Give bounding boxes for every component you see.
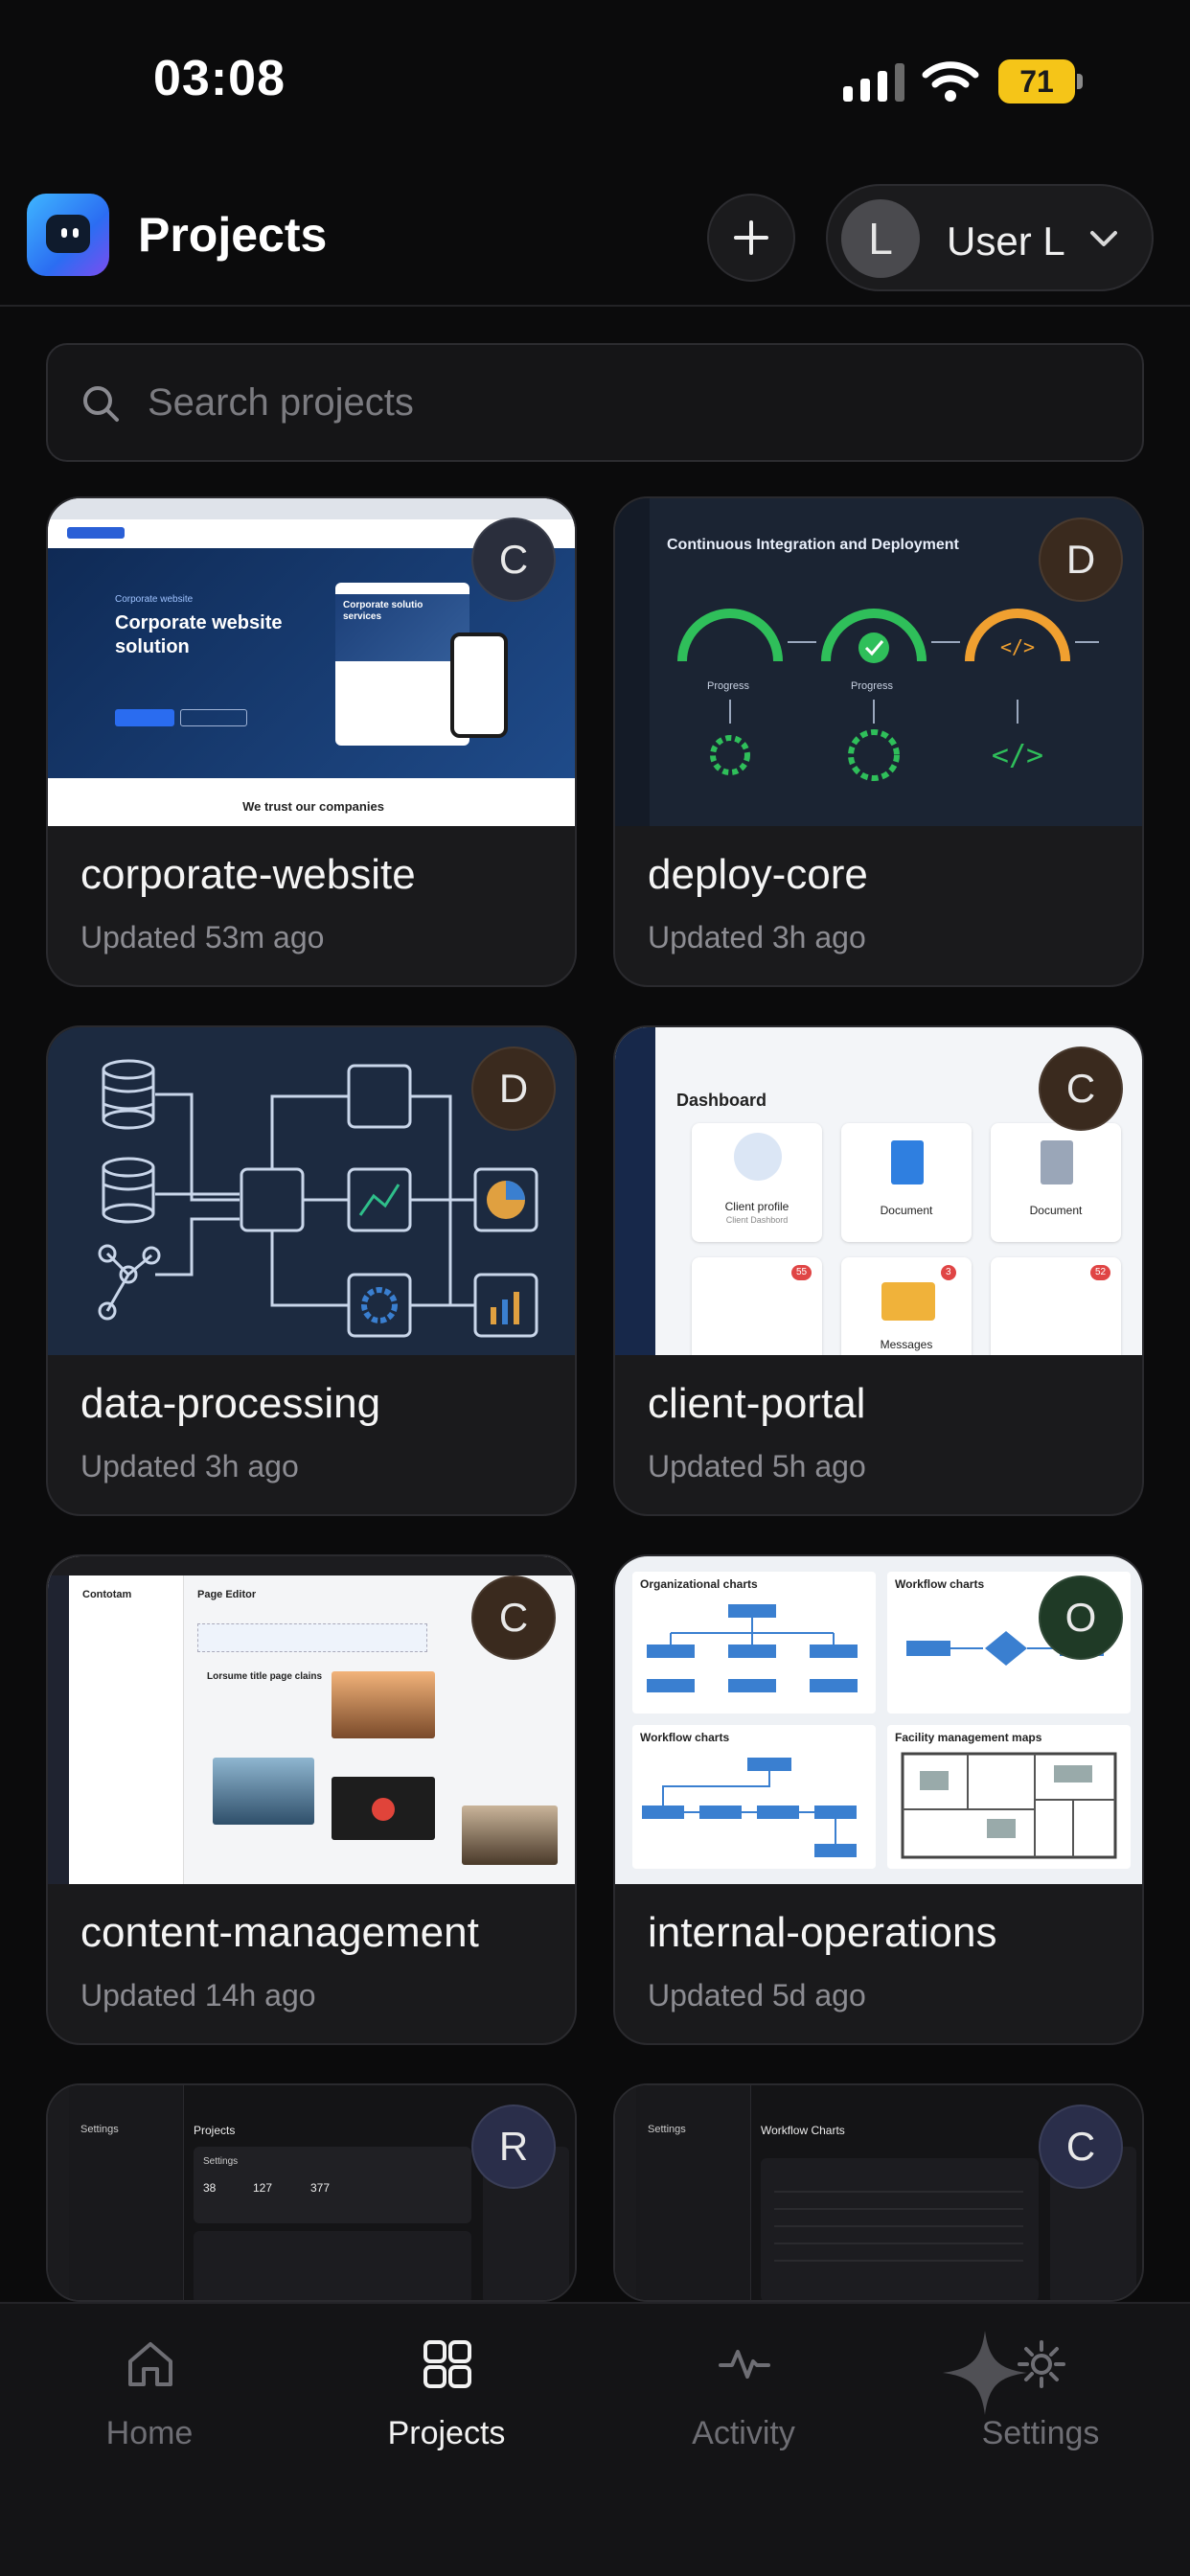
svg-text:</>: </> <box>1000 635 1035 658</box>
tile-subtitle: Client Dashbord <box>725 1215 789 1225</box>
home-icon <box>128 2342 172 2386</box>
project-owner-badge: D <box>471 1046 556 1131</box>
project-name: data-processing <box>80 1380 381 1427</box>
project-updated: Updated 53m ago <box>80 920 325 954</box>
search-bar <box>46 343 1144 462</box>
notification-count: 52 <box>1090 1265 1111 1280</box>
tab-label: Settings <box>981 2415 1100 2451</box>
tile-title: Document <box>1029 1204 1083 1217</box>
sparkle-icon <box>943 2331 1027 2415</box>
project-owner-badge: C <box>1039 1046 1123 1131</box>
gauge-label: Progress <box>707 680 750 692</box>
project-name: client-portal <box>648 1380 866 1427</box>
tab-activity[interactable]: Activity <box>629 2338 858 2472</box>
project-updated: Updated 3h ago <box>80 1449 299 1484</box>
pipeline-diagram: </> </> <box>677 609 1099 781</box>
notification-count: 55 <box>791 1265 812 1280</box>
gauge-label: Progress <box>851 680 894 692</box>
chart-title: Organizational charts <box>640 1577 758 1591</box>
thumb-title: Dashboard <box>676 1091 767 1110</box>
tab-home[interactable]: Home <box>34 2338 264 2472</box>
signal-icon <box>843 63 904 102</box>
tab-label: Activity <box>692 2415 795 2451</box>
thumb-headline: Lorsume title page clains <box>207 1671 323 1682</box>
tile-title: Messages <box>880 1338 933 1351</box>
tab-projects[interactable]: Projects <box>332 2338 561 2472</box>
wifi-icon <box>922 61 979 102</box>
panel-title: Settings <box>203 2156 239 2167</box>
project-name: content-management <box>80 1909 479 1956</box>
project-owner-badge: D <box>1039 518 1123 602</box>
thumb-headline: Corporate website solution <box>115 612 283 657</box>
project-card-deploy-core[interactable]: Continuous Integration and Deployment </… <box>613 496 1144 987</box>
thumb-title: Continuous Integration and Deployment <box>667 537 959 553</box>
search-input[interactable] <box>148 345 1106 460</box>
grid-icon <box>423 2340 471 2388</box>
project-owner-badge: R <box>471 2104 556 2189</box>
project-updated: Updated 5d ago <box>648 1978 866 2012</box>
user-name: User L <box>947 218 1065 264</box>
search-icon <box>83 386 119 422</box>
project-card-content-management[interactable]: Contotam Page Editor Lorsume title page … <box>46 1554 577 2045</box>
tab-label: Home <box>105 2415 194 2451</box>
project-card-client-portal[interactable]: Dashboard Client profile Client Dashbord… <box>613 1025 1144 1516</box>
thumb-title: Page Editor <box>197 1589 257 1600</box>
thumb-mini-headline: Corporate solutio services <box>343 600 423 622</box>
project-card-corporate-website[interactable]: Corporate website Corporate website solu… <box>46 496 577 987</box>
chevron-down-icon <box>1090 231 1117 246</box>
thumb-side-title: Settings <box>80 2124 119 2135</box>
svg-text:</>: </> <box>992 739 1043 772</box>
notification-count: 3 <box>941 1265 956 1280</box>
plus-icon <box>734 220 768 255</box>
battery-level: 71 <box>1019 63 1054 99</box>
chart-title: Workflow charts <box>895 1577 985 1591</box>
project-name: deploy-core <box>648 851 868 898</box>
chart-title: Facility management maps <box>895 1731 1042 1744</box>
project-card[interactable]: Settings Projects Settings 38 127 377 R <box>46 2083 577 2302</box>
thumb-title: Projects <box>194 2124 236 2137</box>
activity-icon <box>719 2350 770 2379</box>
status-bar: 03:08 71 <box>0 0 1190 163</box>
app-logo <box>27 194 109 276</box>
tab-bar: Home Projects Activity Settings <box>0 2302 1190 2576</box>
project-owner-badge: C <box>471 518 556 602</box>
project-updated: Updated 3h ago <box>648 920 866 954</box>
project-owner-badge: O <box>1039 1576 1123 1660</box>
thumb-footer: We trust our companies <box>242 799 384 814</box>
thumb-brand: Contotam <box>82 1589 132 1600</box>
tile-title: Client profile <box>724 1200 790 1213</box>
thumb-side-title: Settings <box>648 2124 686 2135</box>
project-updated: Updated 5h ago <box>648 1449 866 1484</box>
tab-label: Projects <box>387 2415 506 2451</box>
add-project-button[interactable] <box>707 194 795 282</box>
battery-indicator: 71 <box>998 59 1083 104</box>
project-card-internal-operations[interactable]: Organizational charts Workflow charts Wo… <box>613 1554 1144 2045</box>
project-owner-badge: C <box>471 1576 556 1660</box>
project-name: internal-operations <box>648 1909 997 1956</box>
project-updated: Updated 14h ago <box>80 1978 316 2012</box>
app-header: Projects L User L <box>0 182 1190 307</box>
user-menu-button[interactable]: L User L <box>826 184 1154 291</box>
project-card[interactable]: Settings Workflow Charts C <box>613 2083 1144 2302</box>
project-card-data-processing[interactable]: D data-processing Updated 3h ago <box>46 1025 577 1516</box>
avatar: L <box>841 199 920 278</box>
stat-value: 377 <box>310 2181 331 2195</box>
stat-value: 127 <box>253 2181 273 2195</box>
thumb-kicker: Corporate website <box>115 594 194 605</box>
project-owner-badge: C <box>1039 2104 1123 2189</box>
project-name: corporate-website <box>80 851 416 898</box>
tile-title: Document <box>880 1204 933 1217</box>
chart-title: Workflow charts <box>640 1731 730 1744</box>
status-time: 03:08 <box>153 51 286 106</box>
page-title: Projects <box>138 208 328 262</box>
stat-value: 38 <box>203 2181 217 2195</box>
thumb-title: Workflow Charts <box>761 2124 845 2137</box>
